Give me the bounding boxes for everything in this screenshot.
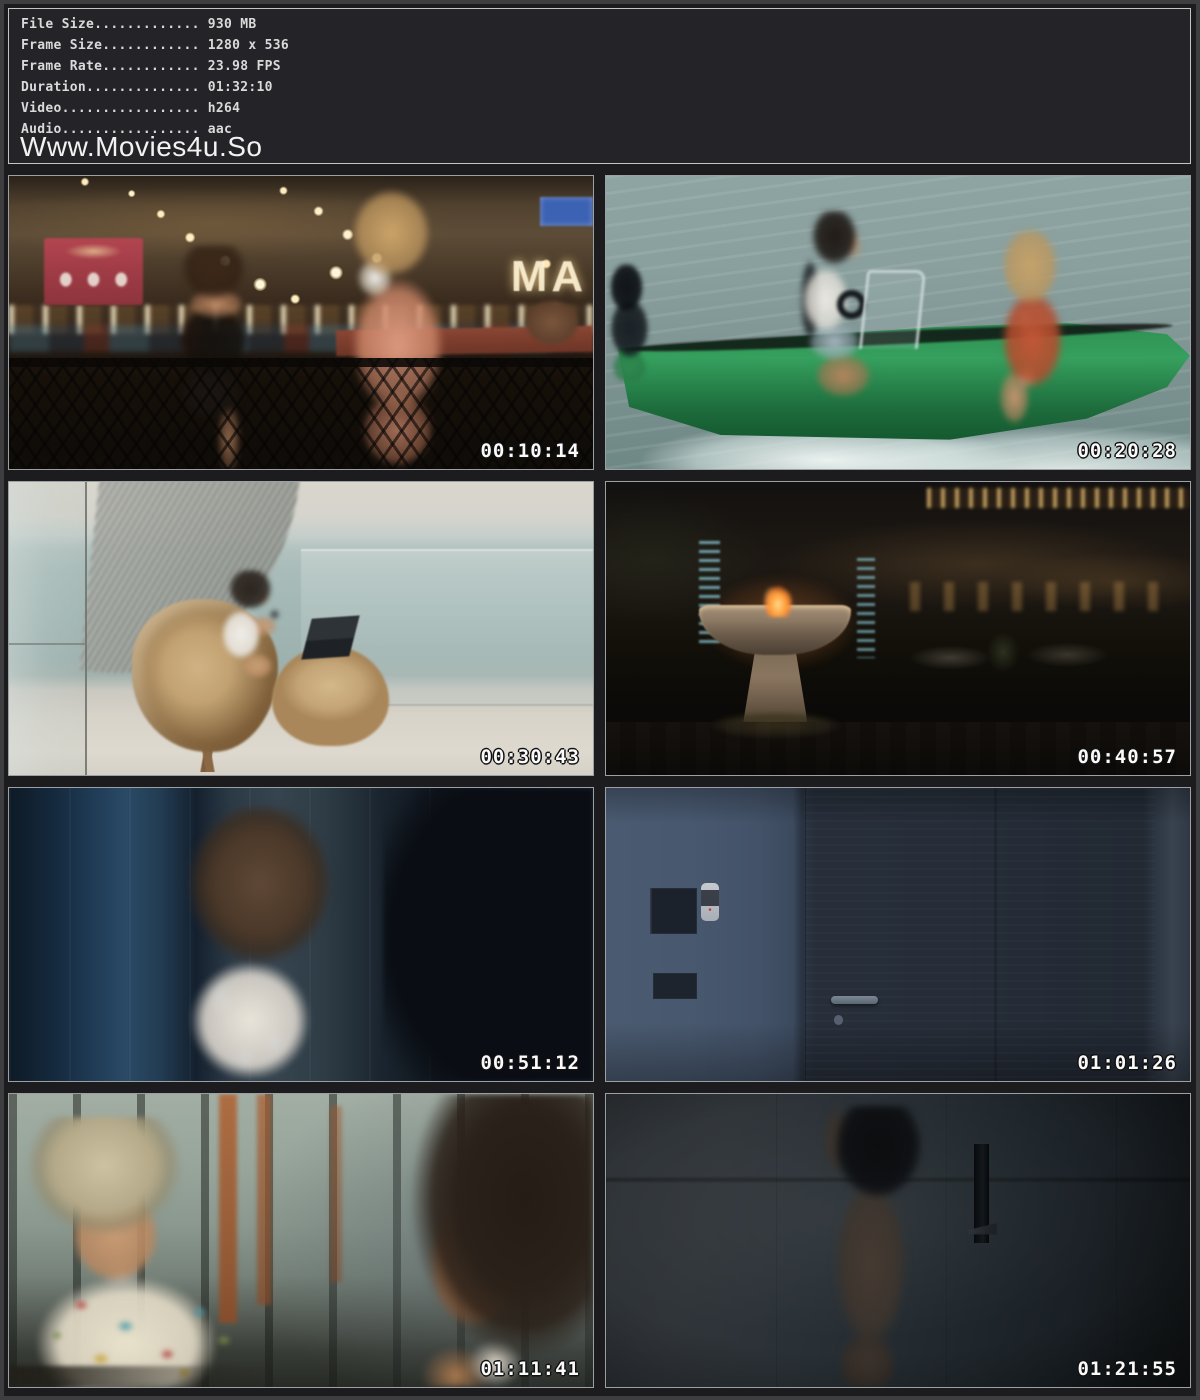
info-value: 1280 x 536 (208, 38, 289, 53)
flames (749, 576, 807, 617)
foreground-silhouette (383, 788, 593, 1081)
wall-switch-panel (650, 888, 697, 935)
file-info-row-framerate: Frame Rate............ 23.98 FPS (9, 56, 1190, 77)
file-info-row-video: Video................. h264 (9, 98, 1190, 119)
movie-preview-sheet: File Size............. 930 MB Frame Size.… (0, 0, 1200, 1400)
timestamp-overlay: 01:11:41 (480, 1358, 580, 1380)
gold-lights-band (927, 488, 1190, 509)
wall-keypad (701, 883, 720, 921)
info-label: File Size............. (21, 17, 200, 32)
marquee-sign-text: MA (511, 252, 587, 302)
info-label: Video................. (21, 101, 200, 116)
info-value: h264 (208, 101, 241, 116)
site-watermark: Www.Movies4u.So (20, 132, 262, 162)
red-banner (44, 238, 143, 305)
info-value: 930 MB (208, 17, 257, 32)
wall-switch-lower (653, 973, 697, 999)
woman-white-blouse (137, 806, 382, 1081)
thumbnail-green-motorboat: 00:20:28 (605, 175, 1191, 470)
timestamp-overlay: 00:40:57 (1077, 746, 1177, 768)
file-info-row-filesize: File Size............. 930 MB (9, 9, 1190, 35)
glass-frame-rail (9, 643, 85, 645)
thumbnail-dark-shower: 01:21:55 (605, 1093, 1191, 1388)
thumbnail-two-men-talking: 01:11:41 (8, 1093, 594, 1388)
info-value: 23.98 FPS (208, 59, 281, 74)
thumbnail-night-market-rooftop-bar: MA 00:10:14 (8, 175, 594, 470)
thumbnail-grid: MA 00:10:14 00:20:28 (8, 175, 1191, 1388)
windshield (859, 270, 926, 349)
timestamp-overlay: 01:21:55 (1077, 1358, 1177, 1380)
file-info-row-framesize: Frame Size............ 1280 x 536 (9, 35, 1190, 56)
man-long-dark-hair (348, 1094, 593, 1387)
door-handle (831, 996, 878, 1004)
woman-red-dress (968, 229, 1096, 434)
thumbnail-fire-fountain-courtyard: 00:40:57 (605, 481, 1191, 776)
timestamp-overlay: 01:01:26 (1077, 1052, 1177, 1074)
timestamp-overlay: 00:51:12 (480, 1052, 580, 1074)
thumbnail-blue-interior-woman: 00:51:12 (8, 787, 594, 1082)
door-keyhole (834, 1015, 843, 1025)
vignette-overlay (606, 1094, 1190, 1387)
info-label: Frame Size............ (21, 38, 200, 53)
sheet-inner: File Size............. 930 MB Frame Size.… (4, 4, 1196, 1396)
info-value: 01:32:10 (208, 80, 273, 95)
thumbnail-dark-door: 01:01:26 (605, 787, 1191, 1082)
seated-woman (202, 570, 295, 687)
info-label: Frame Rate............ (21, 59, 200, 74)
timestamp-overlay: 00:20:28 (1077, 440, 1177, 462)
glass-wall (9, 482, 87, 775)
window-frame-orange (330, 1106, 342, 1282)
timestamp-overlay: 00:30:43 (480, 746, 580, 768)
lit-windows (910, 582, 1179, 611)
file-info-row-duration: Duration.............. 01:32:10 (9, 77, 1190, 98)
door-slab (805, 788, 1155, 1081)
timestamp-overlay: 00:10:14 (480, 440, 580, 462)
file-info-panel: File Size............. 930 MB Frame Size.… (8, 8, 1191, 164)
table-edge (9, 1366, 272, 1387)
outboard-motor (605, 264, 659, 381)
thumbnail-balcony-laptop: 00:30:43 (8, 481, 594, 776)
info-label: Duration.............. (21, 80, 200, 95)
blue-sign (540, 197, 593, 226)
